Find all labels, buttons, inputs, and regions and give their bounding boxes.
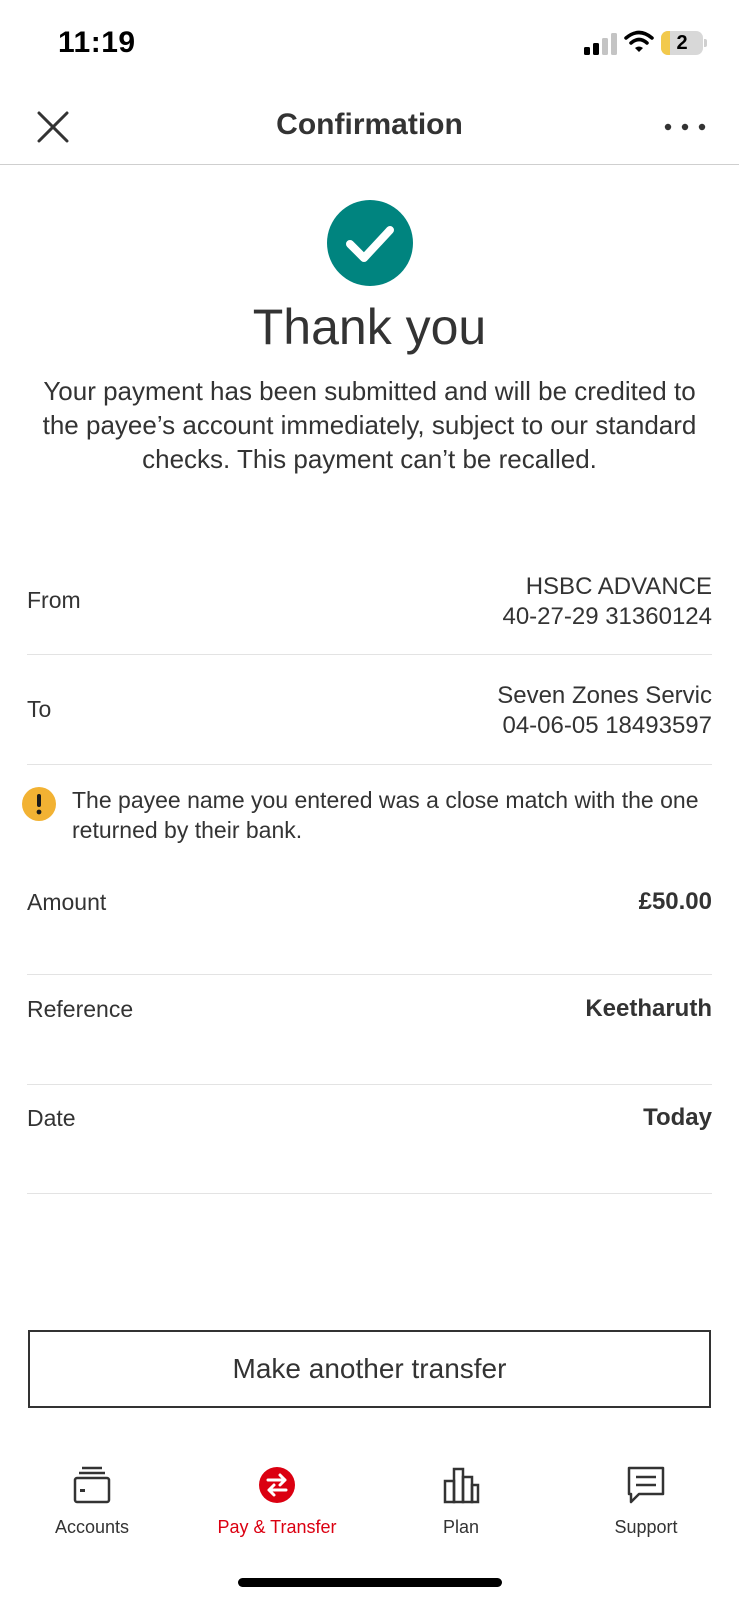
from-account-name: HSBC ADVANCE [525, 573, 712, 600]
make-another-transfer-button[interactable]: Make another transfer [28, 1330, 711, 1408]
to-label: To [27, 696, 52, 722]
to-value: Seven Zones Servic 04-06-05 18493597 [497, 681, 712, 741]
home-indicator [238, 1578, 502, 1587]
nav-pay-transfer-label: Pay & Transfer [217, 1517, 337, 1537]
reference-label: Reference [27, 996, 134, 1022]
amount-label: Amount [27, 889, 107, 915]
nav-support[interactable]: Support [571, 1455, 721, 1545]
status-bar: 11:19 2 [0, 0, 739, 88]
amount-value: £50.00 [638, 888, 712, 915]
nav-plan[interactable]: Plan [386, 1455, 536, 1545]
bottom-nav: Accounts Pay & Transfer Plan Support [0, 1455, 739, 1565]
warning-icon [22, 787, 56, 821]
reference-row: Reference Keetharuth [27, 975, 712, 1085]
from-label: From [27, 587, 81, 613]
chat-icon [627, 1466, 665, 1504]
amount-row: Amount £50.00 [27, 875, 712, 975]
reference-value: Keetharuth [585, 995, 712, 1022]
thank-you-heading: Thank you [252, 299, 487, 355]
nav-pay-transfer[interactable]: Pay & Transfer [202, 1455, 352, 1545]
from-row: From HSBC ADVANCE 40-27-29 31360124 [27, 560, 712, 655]
from-account-number: 40-27-29 31360124 [502, 603, 712, 630]
bar-chart-icon [443, 1467, 480, 1504]
to-payee-name: Seven Zones Servic [497, 682, 712, 709]
header: Confirmation [0, 88, 739, 165]
nav-accounts-label: Accounts [54, 1517, 130, 1537]
battery-icon: 2 [661, 31, 707, 55]
page-title: Confirmation [276, 108, 463, 141]
payee-match-warning: The payee name you entered was a close m… [20, 785, 710, 849]
wallet-icon [73, 1466, 111, 1504]
from-value: HSBC ADVANCE 40-27-29 31360124 [502, 572, 712, 632]
date-label: Date [27, 1105, 76, 1131]
wifi-icon [624, 30, 654, 52]
nav-support-label: Support [614, 1517, 678, 1537]
nav-plan-label: Plan [442, 1517, 480, 1537]
more-dots-icon[interactable] [662, 112, 708, 142]
nav-accounts[interactable]: Accounts [17, 1455, 167, 1545]
confirmation-message: Your payment has been submitted and will… [42, 376, 697, 474]
warning-text: The payee name you entered was a close m… [72, 787, 699, 843]
to-account-number: 04-06-05 18493597 [502, 712, 712, 739]
transfer-arrows-icon [259, 1467, 295, 1503]
to-row: To Seven Zones Servic 04-06-05 18493597 [27, 655, 712, 765]
check-circle-icon [327, 200, 413, 286]
status-time: 11:19 [58, 26, 136, 59]
battery-level: 2 [676, 32, 688, 54]
date-value: Today [643, 1104, 712, 1131]
date-row: Date Today [27, 1085, 712, 1194]
cellular-signal-icon [584, 33, 617, 55]
